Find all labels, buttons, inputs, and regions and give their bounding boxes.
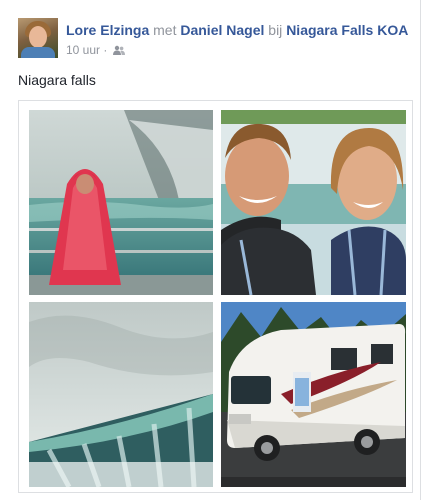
avatar[interactable]	[18, 18, 58, 58]
avatar-face	[29, 26, 47, 48]
friends-icon[interactable]	[112, 44, 125, 60]
timestamp-link[interactable]: 10 uur	[66, 43, 100, 57]
at-text: bij	[268, 22, 283, 38]
post-title-line: Lore Elzinga met Daniel Nagel bij Niagar…	[66, 21, 408, 39]
avatar-shirt	[21, 47, 55, 58]
photo-horseshoe-falls[interactable]	[29, 302, 213, 487]
post-header: Lore Elzinga met Daniel Nagel bij Niagar…	[18, 18, 408, 60]
meta-separator: ·	[103, 43, 108, 57]
photo-couple-selfie[interactable]	[221, 110, 406, 295]
post-card: Lore Elzinga met Daniel Nagel bij Niagar…	[0, 0, 421, 500]
tagged-friend-link[interactable]: Daniel Nagel	[180, 22, 264, 38]
post-caption: Niagara falls	[18, 72, 96, 88]
author-link[interactable]: Lore Elzinga	[66, 22, 149, 38]
photo-grid	[18, 100, 413, 493]
photo-poncho-falls[interactable]	[29, 110, 213, 295]
with-text: met	[153, 22, 177, 38]
location-link[interactable]: Niagara Falls KOA	[286, 22, 408, 38]
photo-rv-camper[interactable]	[221, 302, 406, 487]
post-meta: 10 uur ·	[66, 42, 125, 60]
